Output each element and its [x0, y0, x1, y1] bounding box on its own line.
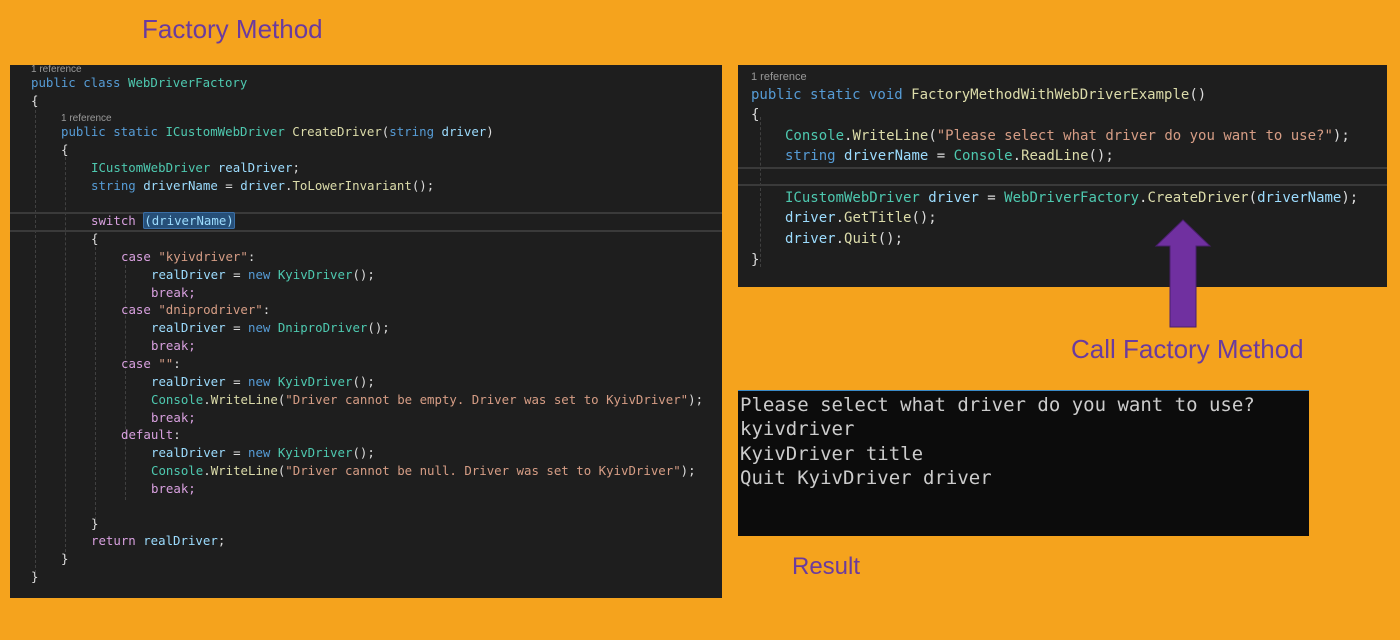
- indent-guide: [760, 117, 761, 267]
- console-line: kyivdriver: [740, 418, 855, 440]
- code-line: ICustomWebDriver realDriver;: [91, 160, 300, 175]
- code-line: }: [61, 551, 69, 566]
- code-line: {: [751, 107, 760, 123]
- code-line: realDriver = new KyivDriver();: [151, 267, 375, 282]
- code-line: Console.WriteLine("Driver cannot be null…: [151, 463, 696, 478]
- console-line: Quit KyivDriver driver: [740, 467, 992, 489]
- code-line: case "dniprodriver":: [121, 302, 271, 317]
- console-output[interactable]: Please select what driver do you want to…: [738, 390, 1309, 536]
- code-line: {: [31, 93, 39, 108]
- code-line: case "kyivdriver":: [121, 249, 256, 264]
- code-line: case "":: [121, 356, 181, 371]
- code-line: break;: [151, 338, 196, 353]
- code-line: break;: [151, 410, 196, 425]
- up-arrow-icon: [1154, 219, 1212, 328]
- console-line: Please select what driver do you want to…: [740, 394, 1255, 416]
- code-line: Console.WriteLine("Please select what dr…: [785, 128, 1350, 144]
- code-line: realDriver = new DniproDriver();: [151, 320, 390, 335]
- code-line: }: [751, 252, 760, 268]
- code-line: driver.Quit();: [785, 231, 904, 247]
- code-line: {: [91, 231, 99, 246]
- factory-code-editor[interactable]: 1 reference public class WebDriverFactor…: [10, 65, 722, 598]
- code-line: string driverName = driver.ToLowerInvari…: [91, 178, 435, 193]
- client-code-editor[interactable]: 1 reference public static void FactoryMe…: [738, 65, 1387, 287]
- code-line: public static void FactoryMethodWithWebD…: [751, 87, 1207, 103]
- code-line: default:: [121, 427, 181, 442]
- code-line: return realDriver;: [91, 533, 226, 548]
- code-line: break;: [151, 481, 196, 496]
- code-line: driver.GetTitle();: [785, 210, 937, 226]
- code-line: realDriver = new KyivDriver();: [151, 445, 375, 460]
- code-line: public static ICustomWebDriver CreateDri…: [61, 124, 494, 139]
- code-line: }: [31, 569, 39, 584]
- code-line: public class WebDriverFactory: [31, 75, 248, 90]
- code-line: break;: [151, 285, 196, 300]
- call-factory-method-label: Call Factory Method: [1071, 334, 1304, 364]
- result-label: Result: [792, 553, 861, 580]
- code-line: {: [61, 142, 69, 157]
- factory-method-title: Factory Method: [142, 14, 323, 44]
- console-line: KyivDriver title: [740, 443, 924, 465]
- code-line: string driverName = Console.ReadLine();: [785, 148, 1114, 164]
- code-line: ICustomWebDriver driver = WebDriverFacto…: [785, 190, 1359, 206]
- code-line: switch (driverName): [91, 212, 235, 229]
- current-line-highlight: [738, 167, 1387, 186]
- selected-text: (driverName): [143, 212, 235, 229]
- code-line: realDriver = new KyivDriver();: [151, 374, 375, 389]
- code-line: }: [91, 516, 99, 531]
- code-line: Console.WriteLine("Driver cannot be empt…: [151, 392, 704, 407]
- indent-guide: [95, 247, 96, 525]
- indent-guide: [35, 95, 36, 573]
- reference-codelens[interactable]: 1 reference: [751, 68, 807, 86]
